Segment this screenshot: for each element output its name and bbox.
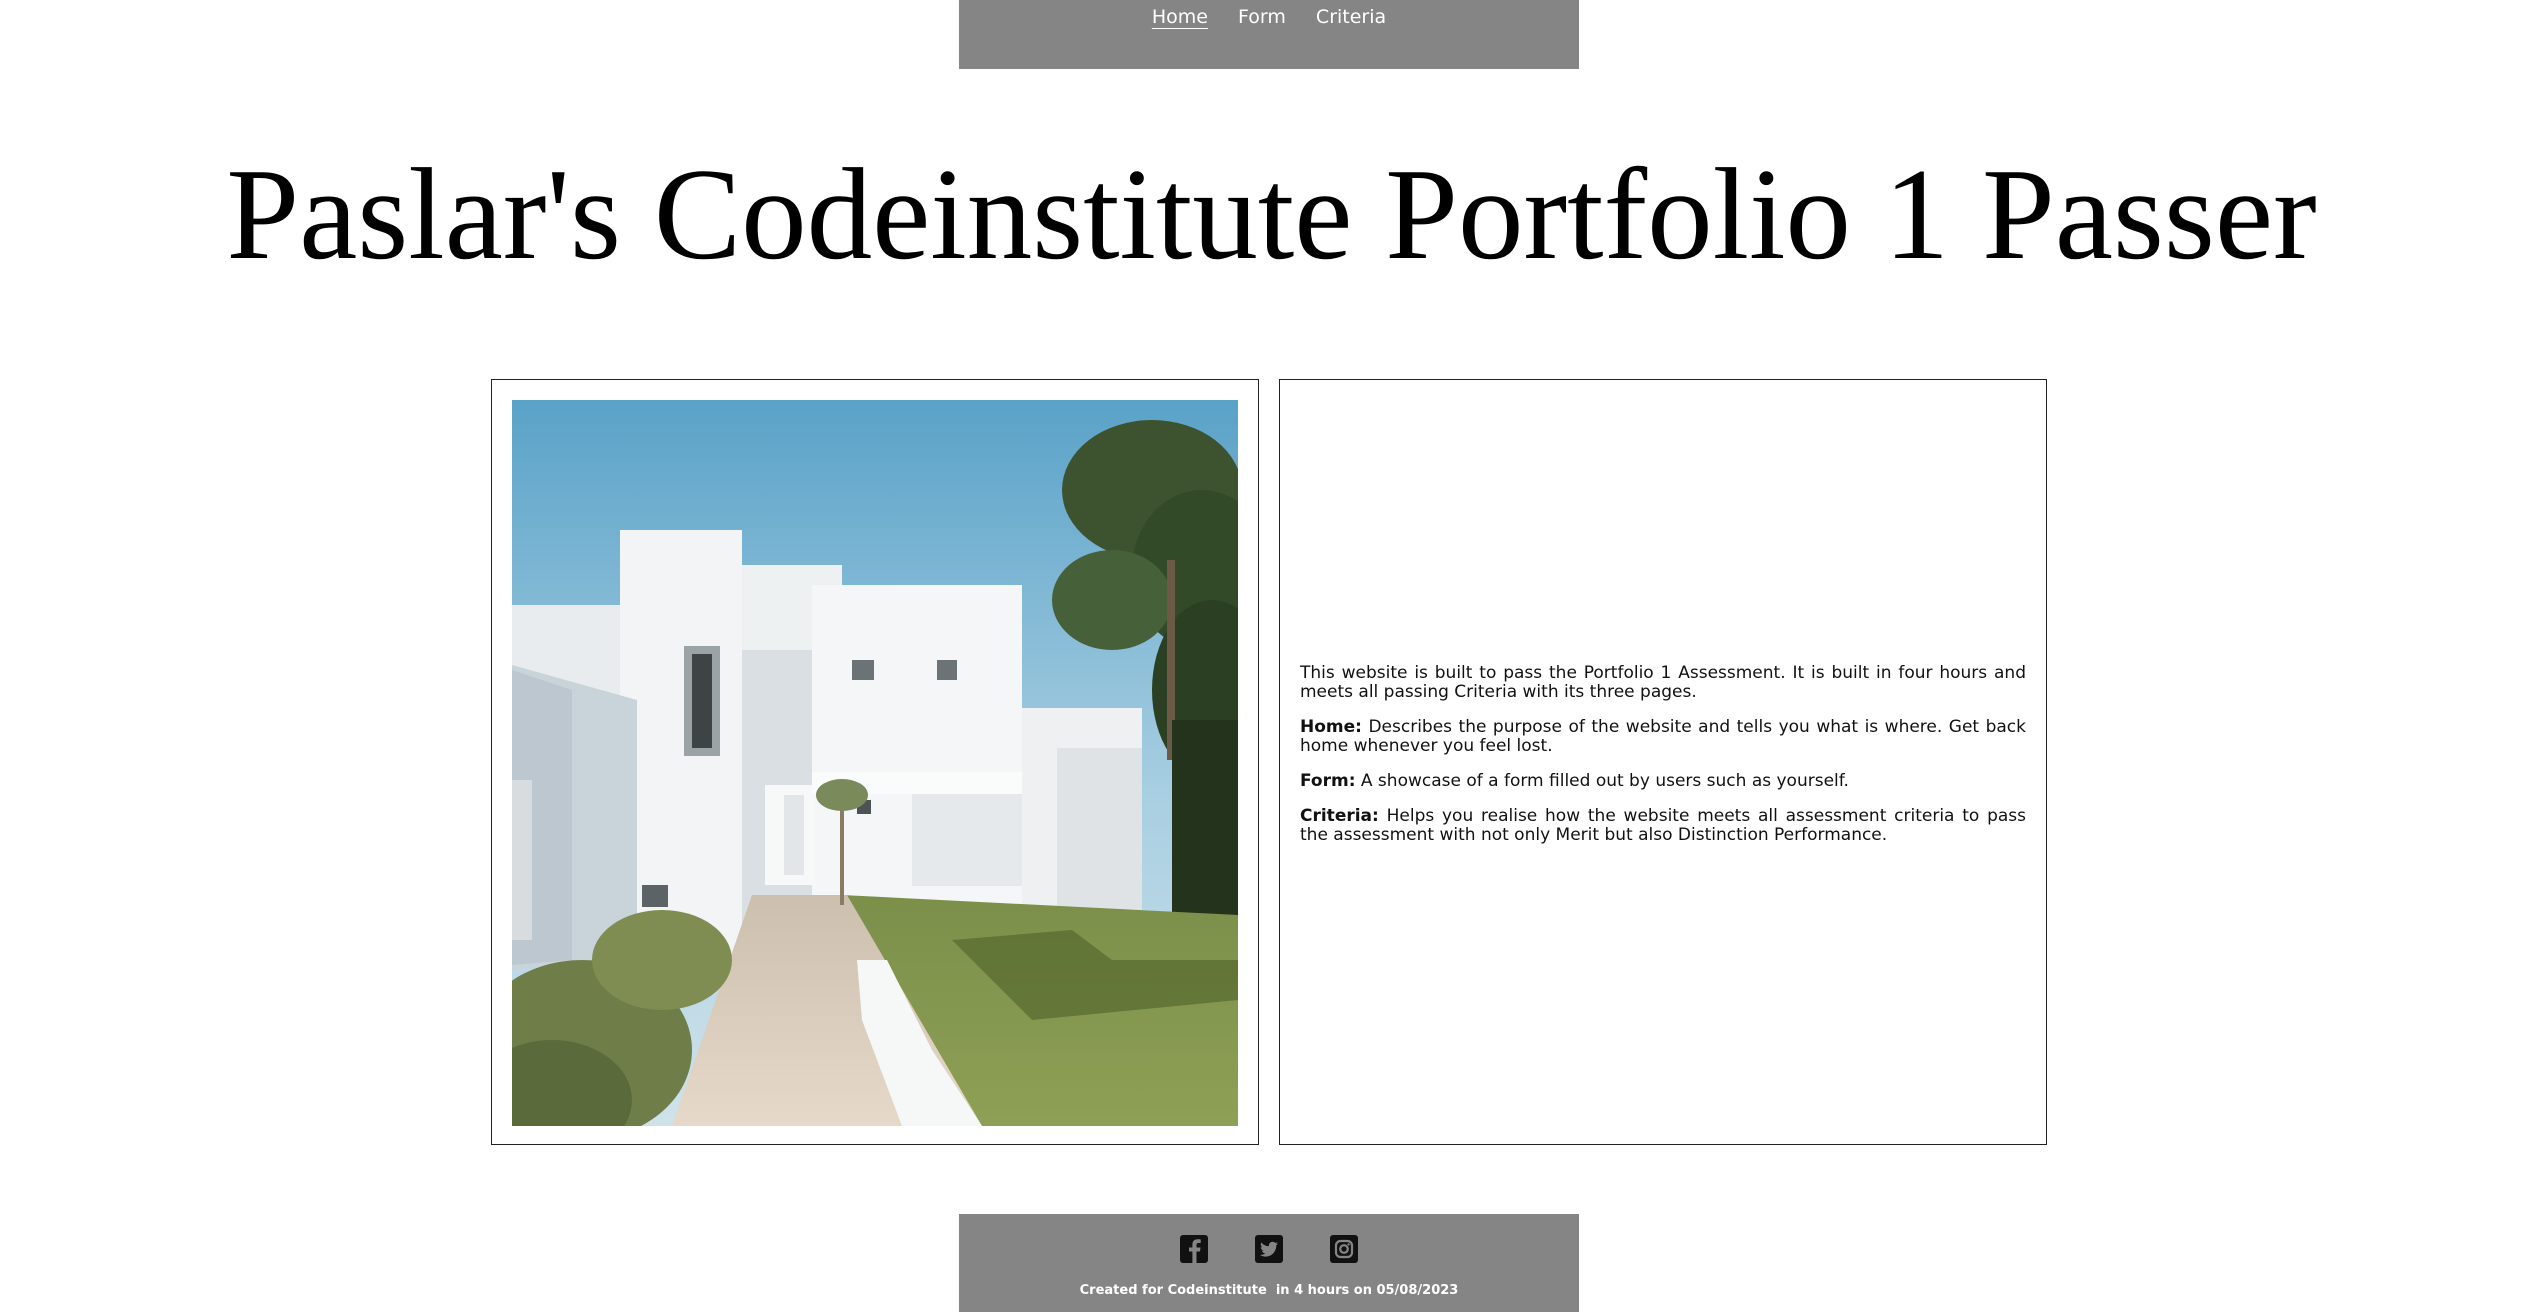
page-title: Paslar's Codeinstitute Portfolio 1 Passe… [226,142,2317,287]
nav-link-form[interactable]: Form [1238,6,1286,28]
intro-summary: This website is built to pass the Portfo… [1300,662,2026,702]
form-term: Form: [1300,770,1356,791]
house-photo [512,400,1238,1126]
intro-home: Home: Describes the purpose of the websi… [1300,716,2026,756]
criteria-term: Criteria: [1300,805,1379,826]
top-nav: Home Form Criteria [959,0,1579,69]
info-text: This website is built to pass the Portfo… [1300,380,2026,1144]
nav-link-criteria[interactable]: Criteria [1316,6,1386,28]
social-links [959,1232,1579,1266]
home-term: Home: [1300,716,1362,737]
home-description: Describes the purpose of the website and… [1300,716,2026,756]
criteria-description: Helps you realise how the website meets … [1300,805,2026,845]
nav-item-form: Form [1238,6,1286,28]
info-card: This website is built to pass the Portfo… [1279,379,2047,1145]
form-description: A showcase of a form filled out by users… [1355,770,1849,791]
nav-link-home[interactable]: Home [1152,6,1208,28]
instagram-icon[interactable] [1327,1232,1361,1266]
twitter-icon[interactable] [1252,1232,1286,1266]
nav-item-home: Home [1152,6,1208,28]
intro-form: Form: A showcase of a form filled out by… [1300,770,2026,791]
facebook-icon[interactable] [1177,1232,1211,1266]
nav-list: Home Form Criteria [959,6,1579,28]
footer-credit: Created for Codeinstitute in 4 hours on … [1079,1283,1459,1298]
site-footer: Created for Codeinstitute in 4 hours on … [959,1214,1579,1312]
nav-item-criteria: Criteria [1316,6,1386,28]
image-card [491,379,1259,1145]
intro-criteria: Criteria: Helps you realise how the webs… [1300,805,2026,845]
